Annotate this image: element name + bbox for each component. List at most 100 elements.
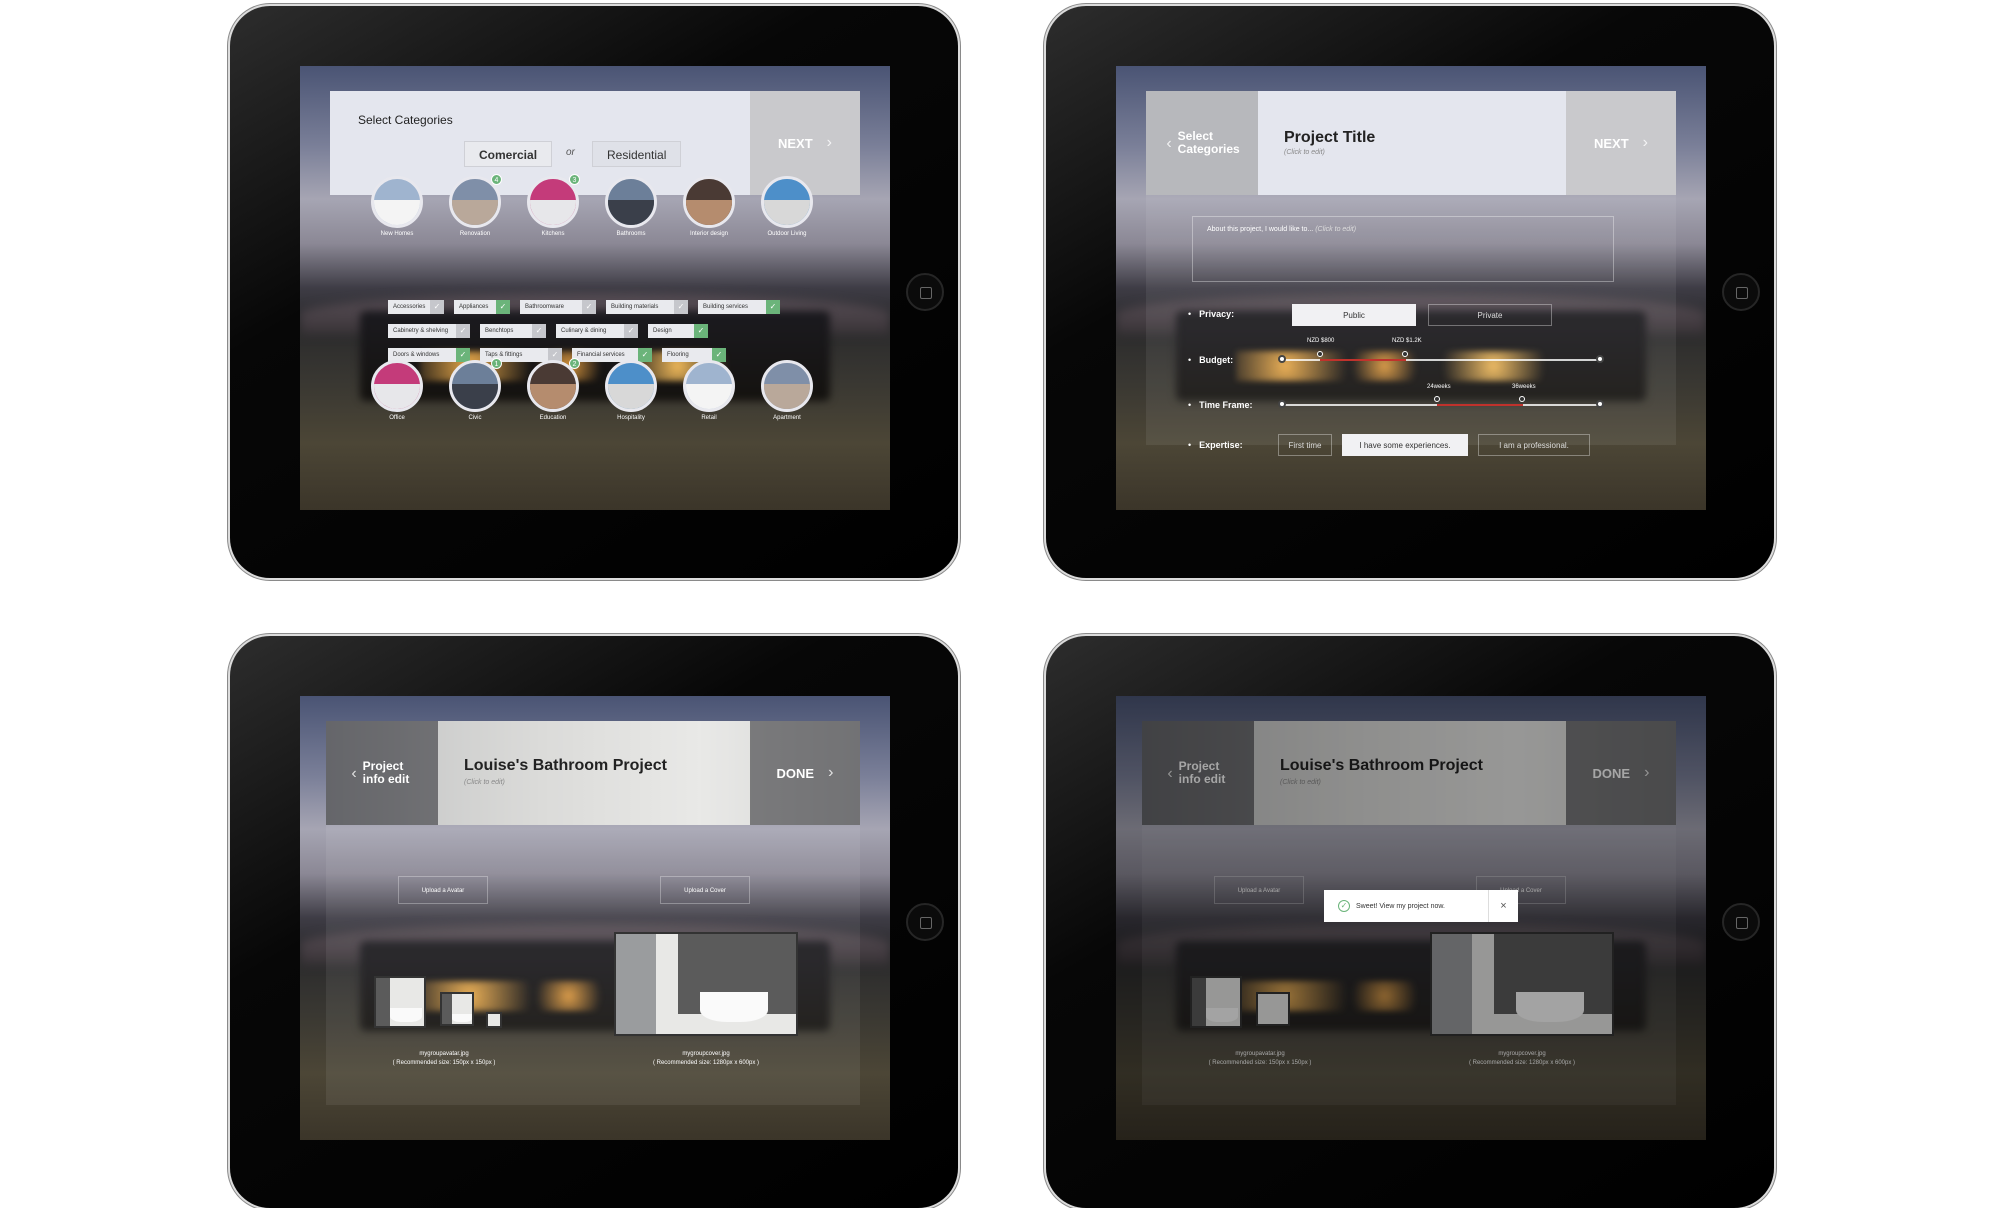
category-kitchens[interactable]: Kitchens 3 [518, 174, 588, 237]
tag-design[interactable]: Design ✓ [648, 324, 708, 338]
category-label: New Homes [380, 231, 414, 237]
chevron-right-icon: › [828, 764, 834, 781]
category-label: Renovation [459, 231, 491, 237]
checkbox-icon: ✓ [430, 300, 444, 314]
tag-building-services[interactable]: Building services ✓ [698, 300, 780, 314]
upload-avatar-button[interactable]: Upload a Avatar [398, 876, 488, 904]
category-label: Retail [701, 415, 717, 421]
category-label: Hospitality [617, 415, 645, 421]
avatar-file-info: mygroupavatar.jpg ( Recommended size: 15… [392, 1051, 496, 1066]
checkbox-icon: ✓ [674, 300, 688, 314]
checkbox-icon: ✓ [582, 300, 596, 314]
project-title[interactable]: Louise's Bathroom Project [464, 757, 667, 775]
ipad-frame-confirmation: ‹ Project info edit Louise's Bathroom Pr… [1046, 636, 1774, 1208]
selection-count-badge: 1 [491, 358, 502, 369]
done-button[interactable]: DONE › [750, 721, 860, 825]
avatar-preview-large [374, 976, 426, 1028]
expertise-first-time[interactable]: First time [1278, 434, 1332, 456]
category-outdoor-living[interactable]: Outdoor Living [752, 176, 822, 237]
timeframe-slider-end[interactable] [1596, 400, 1604, 408]
timeframe-min-handle[interactable] [1434, 396, 1440, 402]
tag-cabinetry-shelving[interactable]: Cabinetry & shelving ✓ [388, 324, 470, 338]
checkbox-icon: ✓ [694, 324, 708, 338]
checkmark-icon: ✓ [1338, 900, 1350, 912]
category-apartment[interactable]: Apartment [752, 360, 822, 421]
timeframe-label: Time Frame: [1188, 400, 1252, 410]
category-label: Civic [468, 415, 482, 421]
tag-bathroomware[interactable]: Bathroomware ✓ [520, 300, 596, 314]
budget-slider-start[interactable] [1278, 355, 1286, 363]
category-image [371, 176, 423, 228]
privacy-private-button[interactable]: Private [1428, 304, 1552, 326]
chevron-left-icon: ‹ [1166, 134, 1172, 152]
back-button[interactable]: ‹ Project info edit [326, 721, 438, 825]
ipad-frame-media-upload: ‹ Project info edit Louise's Bathroom Pr… [230, 636, 958, 1208]
categories-screen: Select Categories Comercial or Residenti… [300, 66, 890, 510]
home-button[interactable] [906, 903, 944, 941]
home-button[interactable] [1722, 273, 1760, 311]
tag-appliances[interactable]: Appliances ✓ [454, 300, 510, 314]
back-button[interactable]: ‹ Select Categories [1146, 91, 1258, 195]
home-button[interactable] [906, 273, 944, 311]
media-upload-screen: ‹ Project info edit Louise's Bathroom Pr… [300, 696, 890, 1140]
close-icon[interactable]: × [1488, 890, 1518, 922]
project-title[interactable]: Project Title [1284, 129, 1375, 147]
expertise-label: Expertise: [1188, 440, 1243, 450]
project-info-screen: ‹ Select Categories Project Title (Click… [1116, 66, 1706, 510]
home-button[interactable] [1722, 903, 1760, 941]
residential-toggle[interactable]: Residential [592, 141, 682, 167]
privacy-public-button[interactable]: Public [1292, 304, 1416, 326]
tag-accessories[interactable]: Accessories ✓ [388, 300, 444, 314]
budget-max-handle[interactable] [1402, 351, 1408, 357]
chevron-right-icon: › [826, 134, 832, 151]
category-label: Interior design [689, 231, 729, 237]
confirmation-screen: ‹ Project info edit Louise's Bathroom Pr… [1116, 696, 1706, 1140]
project-info-header: ‹ Select Categories Project Title (Click… [1146, 91, 1676, 195]
checkbox-icon: ✓ [766, 300, 780, 314]
or-label: or [566, 147, 575, 158]
category-label: Bathrooms [616, 231, 646, 237]
budget-min-handle[interactable] [1317, 351, 1323, 357]
click-to-edit-hint: (Click to edit) [1284, 149, 1325, 156]
timeframe-min-value: 24weeks [1427, 384, 1451, 390]
next-button[interactable]: NEXT › [1566, 91, 1676, 195]
category-label: Outdoor Living [767, 231, 807, 237]
tag-culinary-dining[interactable]: Culinary & dining ✓ [556, 324, 638, 338]
category-retail[interactable]: Retail [674, 360, 744, 421]
upload-cover-button[interactable]: Upload a Cover [660, 876, 750, 904]
checkbox-icon: ✓ [496, 300, 510, 314]
chevron-right-icon: › [1642, 134, 1648, 151]
checkbox-icon: ✓ [532, 324, 546, 338]
expertise-some-experience[interactable]: I have some experiences. [1342, 434, 1468, 456]
category-image [605, 360, 657, 412]
category-image [761, 360, 813, 412]
selection-count-badge: 2 [569, 358, 580, 369]
budget-label: Budget: [1188, 355, 1233, 365]
avatar-preview-medium [440, 992, 474, 1026]
toast-message[interactable]: Sweet! View my project now. [1356, 903, 1445, 910]
about-project-field[interactable]: About this project, I would like to... (… [1192, 216, 1614, 282]
timeframe-max-handle[interactable] [1519, 396, 1525, 402]
tag-benchtops[interactable]: Benchtops ✓ [480, 324, 546, 338]
category-education[interactable]: Education 2 [518, 358, 588, 421]
click-to-edit-hint: (Click to edit) [464, 779, 505, 786]
timeframe-slider-start[interactable] [1278, 400, 1286, 408]
category-label: Apartment [773, 415, 801, 421]
commercial-toggle[interactable]: Comercial [464, 141, 553, 167]
budget-max-value: NZD $1.2K [1392, 338, 1422, 344]
category-civic[interactable]: Civic 1 [440, 358, 510, 421]
category-hospitality[interactable]: Hospitality [596, 360, 666, 421]
category-renovation[interactable]: Renovation 4 [440, 174, 510, 237]
category-office[interactable]: Office [362, 360, 432, 421]
tag-building-materials[interactable]: Building materials ✓ [606, 300, 688, 314]
category-label: Kitchens [541, 231, 565, 237]
ipad-frame-categories: Select Categories Comercial or Residenti… [230, 6, 958, 578]
avatar-preview-small [486, 1012, 502, 1028]
success-toast[interactable]: ✓ Sweet! View my project now. × [1324, 890, 1518, 922]
category-bathrooms[interactable]: Bathrooms [596, 176, 666, 237]
category-new-homes[interactable]: New Homes [362, 176, 432, 237]
cover-file-info: mygroupcover.jpg ( Recommended size: 128… [652, 1051, 760, 1066]
expertise-professional[interactable]: I am a professional. [1478, 434, 1590, 456]
category-interior-design[interactable]: Interior design [674, 176, 744, 237]
budget-slider-end[interactable] [1596, 355, 1604, 363]
